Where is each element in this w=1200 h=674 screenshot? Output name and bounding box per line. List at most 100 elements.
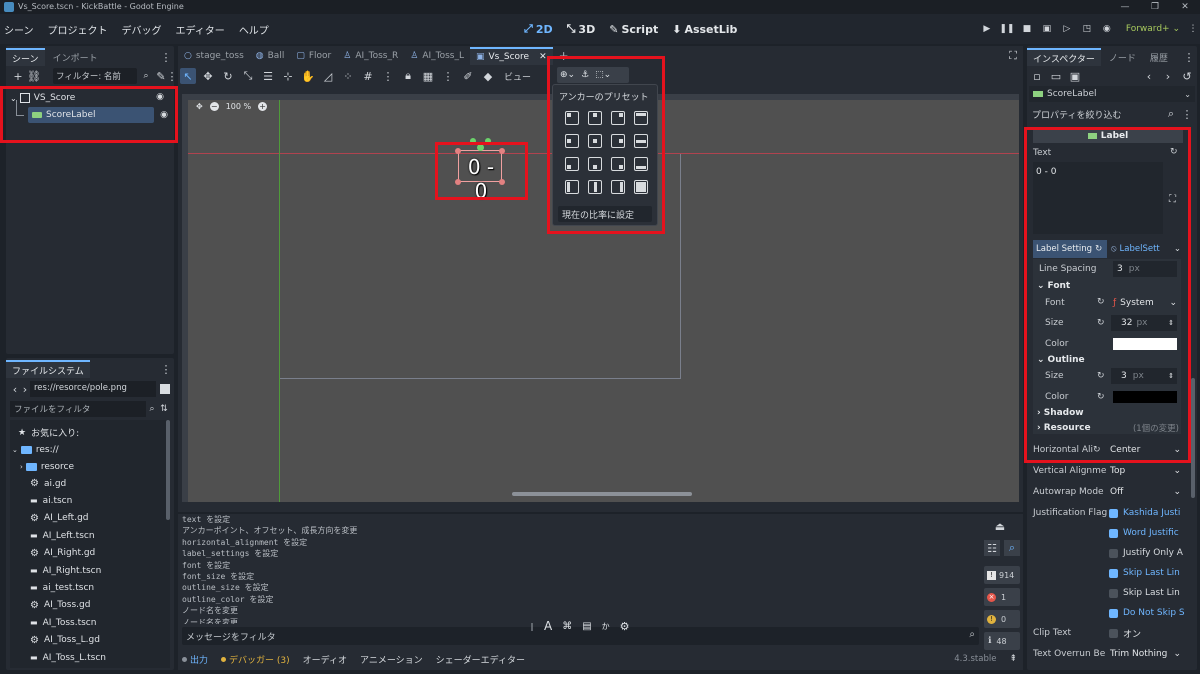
- menu-scene[interactable]: シーン: [4, 22, 34, 37]
- camera-icon[interactable]: ◆: [480, 68, 496, 84]
- tab-output[interactable]: 出力: [182, 653, 208, 666]
- settings-icon[interactable]: ⚙: [620, 620, 630, 633]
- anchor-icon[interactable]: ⚓: [581, 70, 589, 80]
- file-item[interactable]: ⚙ AI_Toss.gd: [30, 597, 90, 614]
- anchor-handle[interactable]: [477, 144, 484, 151]
- revert-icon[interactable]: ↻: [1097, 392, 1105, 402]
- skeleton-icon[interactable]: ⋮: [440, 68, 456, 84]
- dock-menu-icon[interactable]: ⋮: [158, 49, 174, 65]
- file-item[interactable]: ▬ ai_test.tscn: [30, 579, 94, 596]
- list-select-icon[interactable]: ☰: [260, 68, 276, 84]
- new-resource-icon[interactable]: ▫: [1029, 68, 1045, 84]
- anchor-preset-button[interactable]: [565, 111, 579, 125]
- grid-snap-icon[interactable]: #: [360, 68, 376, 84]
- file-item[interactable]: ⚙ AI_Right.gd: [30, 545, 95, 562]
- pause-icon[interactable]: ❚❚: [999, 22, 1014, 36]
- outline-size-field[interactable]: 3 px ⇕: [1111, 368, 1177, 384]
- minimize-icon[interactable]: —: [1110, 0, 1140, 14]
- play-custom-icon[interactable]: ◳: [1080, 22, 1094, 36]
- file-filter-input[interactable]: ファイルをフィルタ: [10, 401, 146, 417]
- anchor-handle[interactable]: [485, 138, 491, 144]
- font-section[interactable]: ⌄ Font: [1037, 277, 1070, 295]
- container-sizing-icon[interactable]: ⬚⌄: [595, 70, 611, 80]
- dock-menu-icon[interactable]: ⋮: [1181, 49, 1197, 65]
- revert-icon[interactable]: ↻: [1097, 297, 1105, 307]
- input-map-icon[interactable]: ⌘: [562, 621, 572, 632]
- menu-help[interactable]: ヘルプ: [239, 22, 269, 37]
- file-item[interactable]: ⚙ AI_Toss_L.gd: [30, 632, 100, 649]
- tab-floor[interactable]: ▢ Floor: [290, 47, 337, 65]
- pan-tool-icon[interactable]: ✋: [300, 68, 316, 84]
- select-tool-icon[interactable]: ↖: [180, 68, 196, 84]
- resize-handle[interactable]: [499, 179, 505, 185]
- history-icon[interactable]: ↺: [1179, 68, 1195, 84]
- clip-text-checkbox[interactable]: オン: [1109, 625, 1181, 641]
- scrollbar[interactable]: [1191, 378, 1195, 498]
- line-spacing-field[interactable]: 3 px: [1113, 261, 1177, 277]
- filter-warnings-toggle[interactable]: ! 0: [984, 610, 1020, 628]
- spin-icon[interactable]: ⇕: [1168, 319, 1174, 327]
- anchor-preset-button[interactable]: [588, 134, 602, 148]
- remote-debug-icon[interactable]: ▣: [1040, 22, 1054, 36]
- font-field[interactable]: ƒ System ⌄: [1111, 295, 1177, 311]
- file-item[interactable]: ⚙ ai.gd: [30, 475, 66, 492]
- file-item[interactable]: ▬ AI_Toss_L.tscn: [30, 649, 106, 666]
- bone-icon[interactable]: ✐: [460, 68, 476, 84]
- expand-text-icon[interactable]: ⛶: [1169, 194, 1176, 205]
- search-toggle-icon[interactable]: ⌕: [1004, 540, 1020, 556]
- file-item[interactable]: ▬ AI_Right.tscn: [30, 562, 101, 579]
- tab-stage-toss[interactable]: ○ stage_toss: [178, 47, 250, 65]
- scrollbar[interactable]: [166, 420, 170, 520]
- tab-vs-score[interactable]: ▣ Vs_Score ✕: [470, 47, 553, 65]
- back-icon[interactable]: ‹: [10, 381, 20, 397]
- drag-handle[interactable]: ‖: [530, 622, 534, 631]
- anchor-preset-button[interactable]: [611, 111, 625, 125]
- doc-icon[interactable]: ▤: [582, 621, 591, 632]
- spin-icon[interactable]: ⇕: [1168, 372, 1174, 380]
- zoom-out-icon[interactable]: −: [209, 102, 219, 111]
- revert-icon[interactable]: ↻: [1093, 445, 1101, 455]
- fullscreen-icon[interactable]: ⛶: [1005, 48, 1021, 64]
- anchor-preset-button[interactable]: [634, 111, 648, 125]
- resource-section[interactable]: › Resource (1個の変更): [1037, 419, 1179, 437]
- overrun-select[interactable]: Trim Nothing ⌄: [1107, 646, 1181, 662]
- add-node-icon[interactable]: +: [10, 68, 26, 84]
- play-icon[interactable]: ▶: [980, 22, 994, 36]
- tree-item-scorelabel[interactable]: ScoreLabel: [28, 107, 154, 123]
- menu-project[interactable]: プロジェクト: [48, 22, 108, 37]
- anchor-preset-button[interactable]: [611, 134, 625, 148]
- ruler-tool-icon[interactable]: ◿: [320, 68, 336, 84]
- tab-ball[interactable]: ◍ Ball: [250, 47, 291, 65]
- rotate-tool-icon[interactable]: ↻: [220, 68, 236, 84]
- tab-scene[interactable]: シーン: [6, 48, 45, 66]
- tab-filesystem[interactable]: ファイルシステム: [6, 360, 90, 378]
- anchor-preset-button[interactable]: [611, 157, 625, 171]
- tab-inspector[interactable]: インスペクター: [1027, 48, 1101, 66]
- justification-flag-checkbox[interactable]: Justify Only A: [1109, 545, 1191, 561]
- back-icon[interactable]: ‹: [1141, 68, 1157, 84]
- favorites-item[interactable]: ★ お気に入り:: [18, 424, 79, 441]
- anchor-preset-button[interactable]: [588, 111, 602, 125]
- tab-history[interactable]: 履歴: [1144, 48, 1174, 66]
- mode-script-button[interactable]: ✎ Script: [609, 22, 658, 36]
- font-size-field[interactable]: 32 px ⇕: [1111, 315, 1177, 331]
- smart-snap-icon[interactable]: ⁘: [340, 68, 356, 84]
- anchor-preset-button[interactable]: [634, 134, 648, 148]
- link-icon[interactable]: ⛓: [26, 68, 42, 84]
- anchor-preset-icon[interactable]: ⊕⌄: [560, 70, 575, 80]
- tab-ai-toss-l[interactable]: ♙ AI_Toss_L: [404, 47, 470, 65]
- autowrap-select[interactable]: Off ⌄: [1107, 484, 1181, 500]
- tab-debugger[interactable]: デバッガー (3): [221, 653, 290, 666]
- tab-node[interactable]: ノード: [1103, 48, 1142, 66]
- file-item[interactable]: ▬ AI_Left.tscn: [30, 527, 95, 544]
- mode-2d-button[interactable]: ⤢ 2D: [524, 22, 553, 36]
- tab-ai-toss-r[interactable]: ♙ AI_Toss_R: [337, 47, 404, 65]
- tab-shader-editor[interactable]: シェーダーエディター: [436, 653, 525, 666]
- lock-icon[interactable]: 🔒︎: [400, 68, 416, 84]
- filter-info-toggle[interactable]: ℹ 48: [984, 632, 1020, 650]
- mode-3d-button[interactable]: ⤡ 3D: [567, 22, 596, 36]
- zoom-level[interactable]: 100 %: [226, 102, 251, 111]
- menu-editor[interactable]: エディター: [176, 22, 225, 37]
- justification-flag-checkbox[interactable]: Do Not Skip S: [1109, 605, 1191, 621]
- property-filter-input[interactable]: プロパティを絞り込む: [1029, 108, 1163, 121]
